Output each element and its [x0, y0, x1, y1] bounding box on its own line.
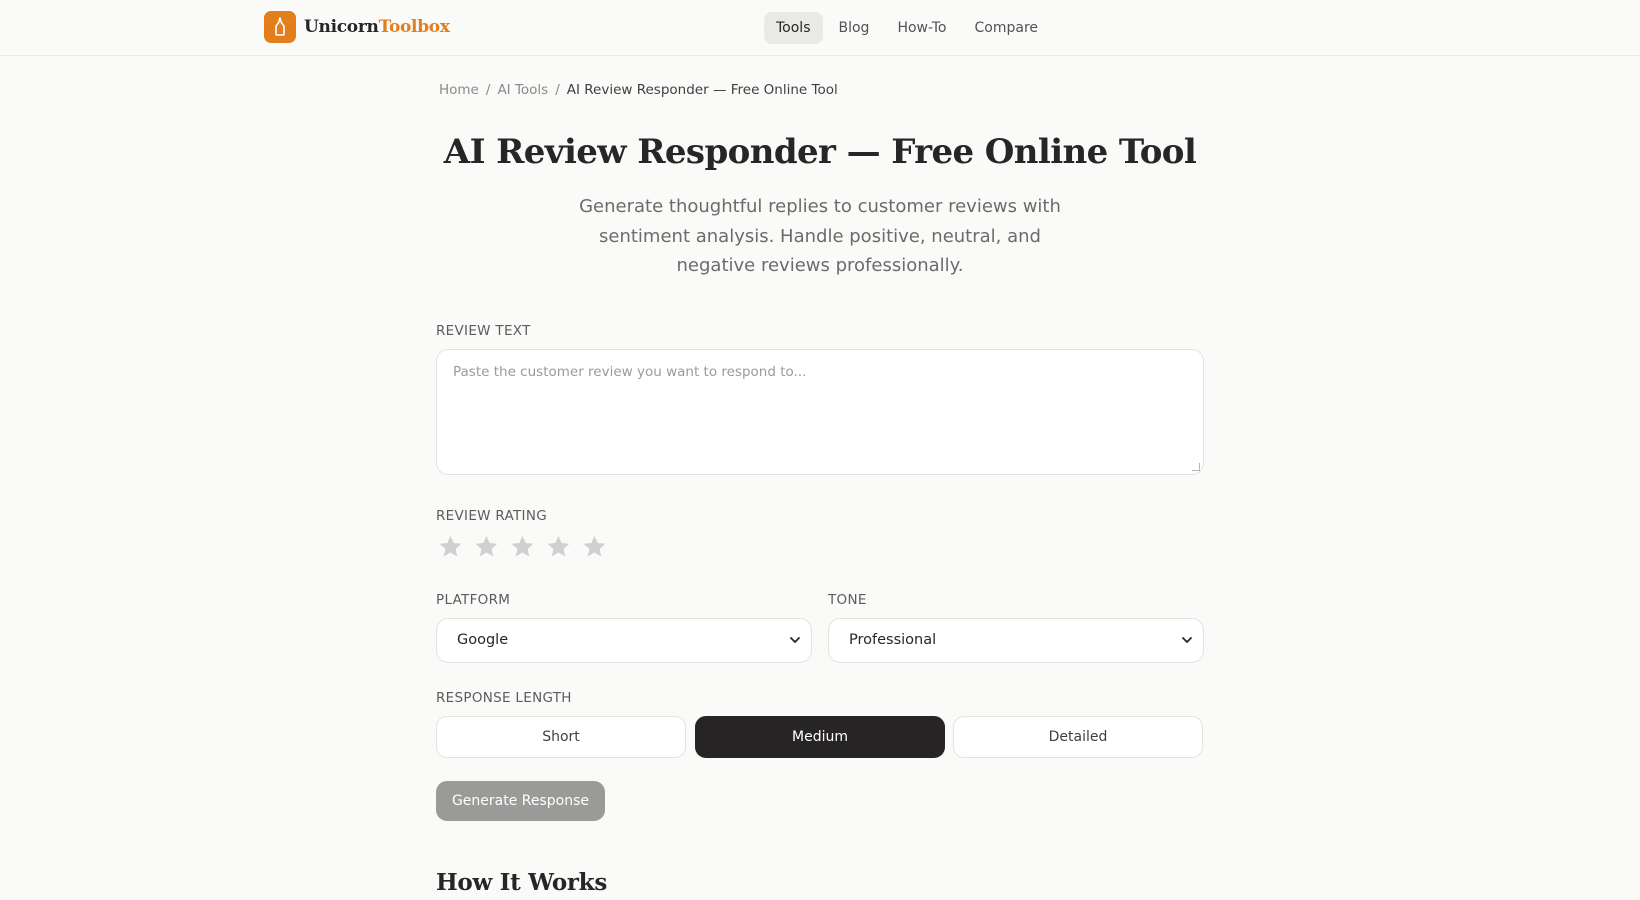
- resize-handle-icon[interactable]: [1192, 463, 1200, 471]
- logo-wordmark: UnicornToolbox: [304, 17, 450, 37]
- nav-tools[interactable]: Tools: [764, 12, 823, 44]
- nav-blog[interactable]: Blog: [827, 12, 882, 44]
- breadcrumb-separator: /: [555, 82, 560, 98]
- platform-select[interactable]: Google: [436, 618, 812, 663]
- nav-compare[interactable]: Compare: [963, 12, 1051, 44]
- breadcrumb-separator: /: [485, 82, 491, 98]
- star-4-icon[interactable]: [545, 533, 572, 560]
- nav-how-to[interactable]: How-To: [885, 12, 958, 44]
- breadcrumb-current: AI Review Responder — Free Online Tool: [566, 82, 838, 98]
- top-nav-bar: UnicornToolbox Tools Blog How-To Compare: [0, 0, 1640, 56]
- review-rating-label: REVIEW RATING: [436, 508, 548, 524]
- logo[interactable]: UnicornToolbox: [264, 11, 450, 43]
- logo-text-toolbox: Toolbox: [378, 17, 450, 37]
- star-2-icon[interactable]: [473, 533, 500, 560]
- page-subtitle: Generate thoughtful replies to customer …: [579, 196, 1061, 276]
- main-nav: Tools Blog How-To Compare: [764, 12, 1054, 44]
- tone-select[interactable]: Professional: [828, 618, 1204, 663]
- logo-icon: [264, 11, 296, 43]
- review-text-label: REVIEW TEXT: [436, 323, 531, 339]
- star-1-icon[interactable]: [437, 533, 464, 560]
- length-detailed-button[interactable]: Detailed: [953, 716, 1203, 758]
- generate-response-button[interactable]: Generate Response: [436, 781, 605, 821]
- review-text-input[interactable]: Paste the customer review you want to re…: [436, 349, 1204, 475]
- star-rating: [437, 533, 608, 560]
- response-length-label: RESPONSE LENGTH: [436, 690, 572, 706]
- breadcrumb: Home / AI Tools / AI Review Responder — …: [439, 82, 838, 98]
- platform-label: PLATFORM: [436, 592, 511, 608]
- page-title: AI Review Responder — Free Online Tool: [443, 132, 1197, 172]
- breadcrumb-ai-tools[interactable]: AI Tools: [497, 82, 548, 98]
- length-short-button[interactable]: Short: [436, 716, 686, 758]
- star-5-icon[interactable]: [581, 533, 608, 560]
- breadcrumb-home[interactable]: Home: [439, 82, 479, 98]
- chevron-down-icon: [790, 637, 800, 643]
- chevron-down-icon: [1182, 637, 1192, 643]
- length-medium-button[interactable]: Medium: [695, 716, 945, 758]
- star-3-icon[interactable]: [509, 533, 536, 560]
- how-it-works-heading: How It Works: [436, 869, 607, 896]
- review-text-placeholder: Paste the customer review you want to re…: [453, 364, 807, 380]
- tone-select-value: Professional: [849, 632, 937, 648]
- platform-select-value: Google: [457, 632, 509, 648]
- tone-label: TONE: [828, 592, 867, 608]
- logo-text-unicorn: Unicorn: [304, 17, 379, 37]
